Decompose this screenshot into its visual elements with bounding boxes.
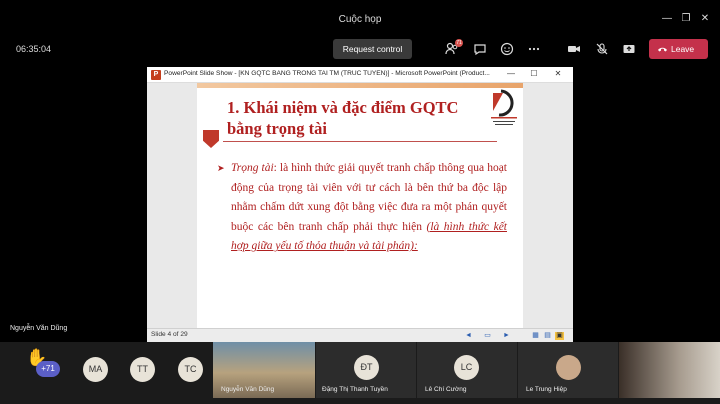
participant-avatar[interactable]: TC — [178, 357, 203, 382]
people-count-badge: 71 — [455, 39, 463, 47]
participant-video-tile[interactable]: Nguyễn Văn Dũng — [213, 342, 315, 398]
slide-title: 1. Khái niệm và đặc điểm GQTC bằng trọng… — [227, 98, 459, 138]
participant-photo-avatar — [556, 355, 581, 380]
more-participants-count[interactable]: +71 — [36, 361, 60, 377]
participant-tile[interactable]: ĐT Đặng Thị Thanh Tuyền — [316, 342, 416, 398]
shared-powerpoint-window: P PowerPoint Slide Show - [KN GQTC BANG … — [147, 67, 573, 343]
leave-label: Leave — [671, 44, 695, 54]
slide-counter: Slide 4 of 29 — [151, 331, 188, 338]
slide-menu-icon[interactable]: ▭ — [483, 332, 492, 340]
close-window-button[interactable]: ✕ — [698, 13, 712, 24]
bullet-arrow-icon: ➤ — [217, 163, 225, 173]
normal-view-icon[interactable]: ▦ — [531, 332, 540, 340]
sorter-view-icon[interactable]: ▤ — [543, 332, 552, 340]
participant-name: Lê Chí Cường — [425, 386, 467, 393]
slide-body: Trọng tài: là hình thức giải quyết tranh… — [231, 159, 507, 257]
university-logo-icon — [491, 89, 517, 125]
more-options-icon[interactable] — [527, 42, 541, 56]
ppt-titlebar: P PowerPoint Slide Show - [KN GQTC BANG … — [147, 67, 573, 83]
restore-button[interactable]: ❐ — [679, 13, 693, 24]
participant-video-tile[interactable] — [619, 342, 720, 398]
people-icon[interactable]: 71 — [445, 39, 463, 56]
slide: 1. Khái niệm và đặc điểm GQTC bằng trọng… — [197, 83, 523, 328]
presenter-name: Nguyễn Văn Dũng — [10, 325, 68, 332]
participant-avatar[interactable]: MA — [83, 357, 108, 382]
chat-icon[interactable] — [473, 42, 487, 56]
app-titlebar: Cuộc họp — ❐ ✕ — [0, 0, 720, 38]
participant-tile[interactable]: Le Trung Hiệp — [518, 342, 618, 398]
ppt-minimize-button[interactable]: — — [505, 69, 517, 78]
ppt-restore-button[interactable]: ☐ — [528, 69, 540, 78]
slideshow-view-icon[interactable]: ▣ — [555, 332, 564, 340]
term-label: Trọng tài — [231, 162, 274, 174]
slide-area: 1. Khái niệm và đặc điểm GQTC bằng trọng… — [147, 83, 573, 328]
meeting-toolbar: 06:35:04 Request control 71 Leave — [0, 38, 720, 64]
participant-avatar[interactable]: TT — [130, 357, 155, 382]
slide-title-rule — [223, 141, 497, 142]
previous-slide-icon[interactable]: ◄ — [464, 332, 473, 340]
participant-avatar: ĐT — [354, 355, 379, 380]
participant-tile[interactable]: LC Lê Chí Cường — [417, 342, 517, 398]
leave-button[interactable]: Leave — [649, 39, 708, 59]
participant-name: Đặng Thị Thanh Tuyền — [322, 386, 388, 393]
participant-avatar: LC — [454, 355, 479, 380]
participant-strip: ✋ +71 MA TT TC Nguyễn Văn Dũng ĐT Đặng T… — [0, 342, 720, 404]
mic-muted-icon[interactable] — [595, 42, 609, 56]
share-screen-icon[interactable] — [622, 42, 636, 56]
ppt-close-button[interactable]: ✕ — [552, 69, 564, 78]
participant-name: Nguyễn Văn Dũng — [221, 386, 275, 393]
slide-top-band — [197, 83, 523, 88]
reactions-icon[interactable] — [500, 42, 514, 56]
powerpoint-icon: P — [151, 70, 161, 80]
camera-icon[interactable] — [567, 42, 581, 56]
ppt-window-title: PowerPoint Slide Show - [KN GQTC BANG TR… — [164, 70, 490, 77]
participant-name: Le Trung Hiệp — [526, 386, 567, 393]
meeting-timer: 06:35:04 — [16, 44, 52, 54]
hang-up-icon — [658, 47, 667, 52]
request-control-button[interactable]: Request control — [333, 39, 412, 59]
ppt-status-bar: Slide 4 of 29 ◄ ▭ ► ▦ ▤ ▣ — [147, 328, 573, 343]
minimize-button[interactable]: — — [660, 13, 674, 24]
slide-marker-shape — [203, 130, 219, 148]
window-title: Cuộc họp — [338, 14, 382, 25]
next-slide-icon[interactable]: ► — [502, 332, 511, 340]
